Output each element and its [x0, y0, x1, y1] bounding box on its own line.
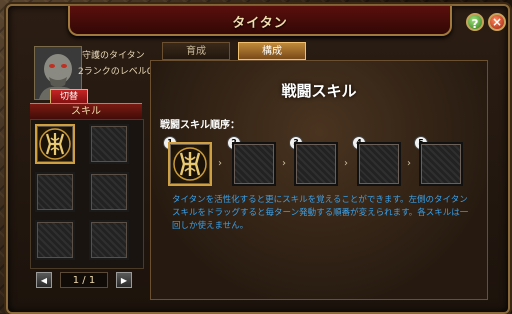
skill-slot[interactable] [89, 172, 129, 212]
arrow-right-icon: › [282, 158, 286, 169]
titan-skill-emblem-icon [173, 147, 207, 181]
sequence-slot[interactable] [294, 142, 338, 186]
battle-skill-title: 戦闘スキル [281, 82, 357, 100]
pager: ◀ 1 / 1 ▶ [34, 272, 134, 290]
sequence-slot[interactable] [357, 142, 401, 186]
arrow-right-icon: › [218, 158, 222, 169]
tab-training[interactable]: 育成 [162, 42, 230, 60]
skill-slot[interactable] [89, 220, 129, 260]
sequence-slot[interactable] [232, 142, 276, 186]
window-title: タイタン [232, 16, 288, 31]
skill-description: タイタンを活性化すると更にスキルを覚えることができます。左側のタイタンスキルをド… [172, 195, 469, 231]
tab-configuration[interactable]: 構成 [238, 42, 306, 60]
prev-page-button[interactable]: ◀ [36, 272, 52, 288]
page-indicator: 1 / 1 [60, 272, 108, 288]
title-bar: タイタン [68, 6, 452, 36]
skill-slot[interactable] [35, 172, 75, 212]
sequence-slot[interactable] [168, 142, 212, 186]
next-page-button[interactable]: ▶ [116, 272, 132, 288]
skills-grid [30, 119, 144, 269]
sequence-slot[interactable] [419, 142, 463, 186]
help-button[interactable]: ? [466, 13, 484, 31]
skill-slot[interactable] [35, 124, 75, 164]
skill-slot[interactable] [35, 220, 75, 260]
skill-slot[interactable] [89, 124, 129, 164]
close-button[interactable]: × [488, 13, 506, 31]
skill-order-label: 戦闘スキル順序： [160, 120, 240, 131]
arrow-right-icon: › [407, 158, 411, 169]
titan-skill-emblem-icon [39, 128, 71, 160]
arrow-right-icon: › [344, 158, 348, 169]
